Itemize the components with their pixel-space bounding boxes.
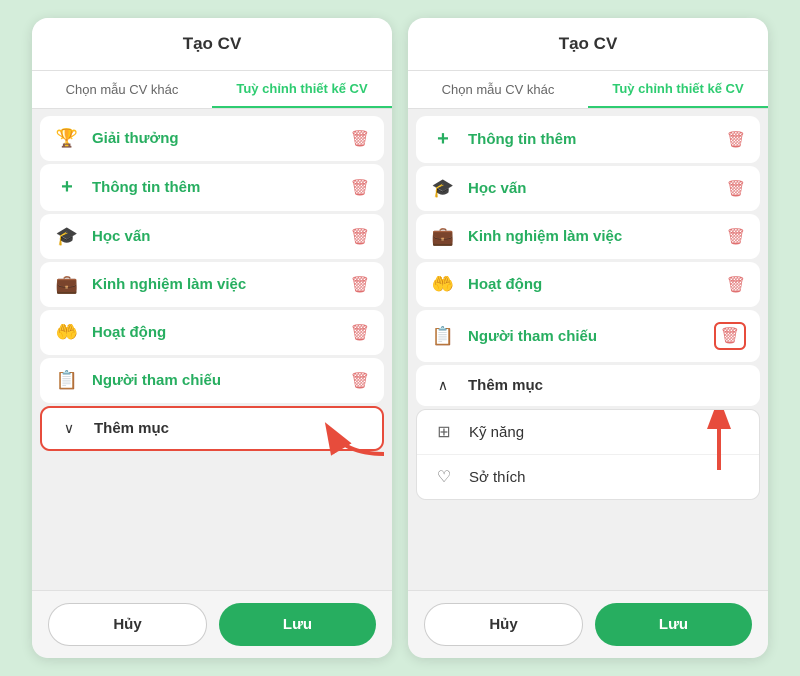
left-item-giai-thuong[interactable]: 🏆 Giải thưởng 🗑 [40,116,384,161]
ref-icon-left: 📋 [54,370,80,391]
right-tab-customize[interactable]: Tuỳ chỉnh thiết kế CV [588,71,768,108]
left-label-hoat-dong: Hoạt động [92,324,338,341]
right-panel-title: Tạo CV [408,18,768,71]
ref-icon-right: 📋 [430,326,456,347]
right-delete-hoat-dong[interactable]: 🗑 [726,275,746,295]
graduation-icon-left: 🎓 [54,226,80,247]
right-label-them-muc: Thêm mục [468,377,746,394]
right-dropdown-so-thich[interactable]: ♡ Sở thích [417,455,759,499]
left-item-kinh-nghiem[interactable]: 💼 Kinh nghiệm làm việc 🗑 [40,262,384,307]
right-label-kinh-nghiem: Kinh nghiệm làm việc [468,228,714,245]
right-menu-list: + Thông tin thêm 🗑 🎓 Học vấn 🗑 💼 Kinh ng… [408,109,768,590]
right-tab-choose[interactable]: Chọn mẫu CV khác [408,71,588,108]
plus-icon-right: + [430,128,456,151]
heart-icon-left: 🤲 [54,322,80,343]
left-menu-list: 🏆 Giải thưởng 🗑 + Thông tin thêm 🗑 🎓 Học… [32,109,392,590]
right-tab-bar: Chọn mẫu CV khác Tuỳ chỉnh thiết kế CV [408,71,768,109]
right-label-nguoi-tham-chieu: Người tham chiếu [468,328,702,345]
left-delete-hoc-van[interactable]: 🗑 [350,227,370,247]
left-panel-title: Tạo CV [32,18,392,71]
right-label-ky-nang: Kỹ năng [469,424,524,441]
left-section-them-muc[interactable]: ∨ Thêm mục [40,406,384,451]
left-item-nguoi-tham-chieu[interactable]: 📋 Người tham chiếu 🗑 [40,358,384,403]
left-label-thong-tin-them: Thông tin thêm [92,179,338,196]
left-item-hoc-van[interactable]: 🎓 Học vấn 🗑 [40,214,384,259]
left-delete-hoat-dong[interactable]: 🗑 [350,323,370,343]
right-dropdown-ky-nang[interactable]: ⊞ Kỹ năng [417,410,759,455]
right-item-hoat-dong[interactable]: 🤲 Hoạt động 🗑 [416,262,760,307]
chevron-down-icon-left: ∨ [56,420,82,437]
grid-icon: ⊞ [431,422,457,442]
heart-icon-right: 🤲 [430,274,456,295]
right-label-so-thich: Sở thích [469,469,526,486]
right-panel: Tạo CV Chọn mẫu CV khác Tuỳ chỉnh thiết … [408,18,768,658]
right-item-kinh-nghiem[interactable]: 💼 Kinh nghiệm làm việc 🗑 [416,214,760,259]
plus-icon-left: + [54,176,80,199]
left-save-button[interactable]: Lưu [219,603,376,646]
left-delete-thong-tin-them[interactable]: 🗑 [350,178,370,198]
graduation-icon-right: 🎓 [430,178,456,199]
left-delete-giai-thuong[interactable]: 🗑 [350,129,370,149]
right-item-hoc-van[interactable]: 🎓 Học vấn 🗑 [416,166,760,211]
left-label-kinh-nghiem: Kinh nghiệm làm việc [92,276,338,293]
left-tab-choose[interactable]: Chọn mẫu CV khác [32,71,212,108]
right-label-hoc-van: Học vấn [468,180,714,197]
left-footer: Hủy Lưu [32,590,392,658]
right-delete-thong-tin-them[interactable]: 🗑 [726,130,746,150]
left-delete-kinh-nghiem[interactable]: 🗑 [350,275,370,295]
left-item-hoat-dong[interactable]: 🤲 Hoạt động 🗑 [40,310,384,355]
briefcase-icon-right: 💼 [430,226,456,247]
right-section-them-muc[interactable]: ∧ Thêm mục [416,365,760,406]
heart-outline-icon: ♡ [431,467,457,487]
briefcase-icon-left: 💼 [54,274,80,295]
chevron-up-icon-right: ∧ [430,377,456,394]
right-delete-nguoi-tham-chieu[interactable]: 🗑 [714,322,746,350]
trophy-icon: 🏆 [54,128,80,149]
left-label-nguoi-tham-chieu: Người tham chiếu [92,372,338,389]
right-item-nguoi-tham-chieu[interactable]: 📋 Người tham chiếu 🗑 [416,310,760,362]
right-dropdown: ⊞ Kỹ năng ♡ Sở thích [416,409,760,500]
left-delete-nguoi-tham-chieu[interactable]: 🗑 [350,371,370,391]
right-label-thong-tin-them: Thông tin thêm [468,131,714,148]
left-panel: Tạo CV Chọn mẫu CV khác Tuỳ chỉnh thiết … [32,18,392,658]
left-cancel-button[interactable]: Hủy [48,603,207,646]
right-label-hoat-dong: Hoạt động [468,276,714,293]
left-tab-customize[interactable]: Tuỳ chỉnh thiết kế CV [212,71,392,108]
left-label-hoc-van: Học vấn [92,228,338,245]
left-tab-bar: Chọn mẫu CV khác Tuỳ chỉnh thiết kế CV [32,71,392,109]
right-delete-kinh-nghiem[interactable]: 🗑 [726,227,746,247]
left-label-them-muc: Thêm mục [94,420,368,437]
left-item-thong-tin-them[interactable]: + Thông tin thêm 🗑 [40,164,384,211]
right-save-button[interactable]: Lưu [595,603,752,646]
left-label-giai-thuong: Giải thưởng [92,130,338,147]
right-footer: Hủy Lưu [408,590,768,658]
right-item-thong-tin-them[interactable]: + Thông tin thêm 🗑 [416,116,760,163]
right-cancel-button[interactable]: Hủy [424,603,583,646]
right-delete-hoc-van[interactable]: 🗑 [726,179,746,199]
